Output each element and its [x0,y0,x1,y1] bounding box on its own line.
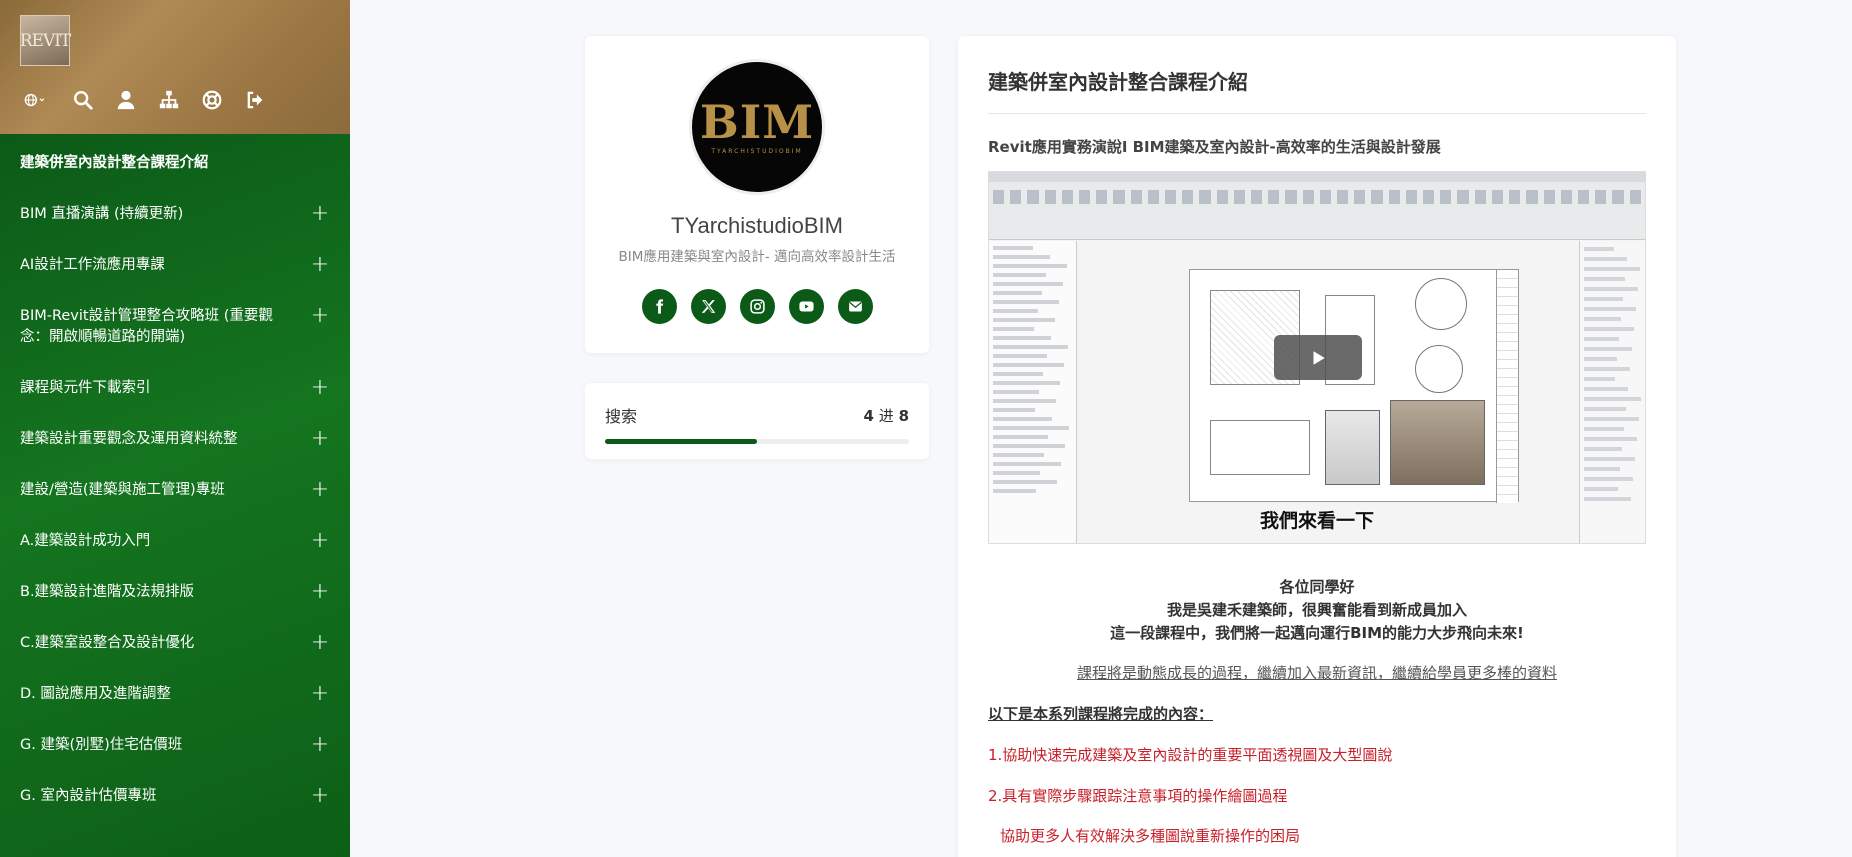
intro-line: 各位同學好 [1279,578,1355,596]
profile-card: BIM TYARCHISTUDIOBIM TYarchistudioBIM BI… [585,36,929,353]
lesson-subtitle: Revit應用實務演說I BIM建築及室內設計-高效率的生活與設計發展 [988,138,1441,156]
facebook-icon[interactable] [641,289,677,324]
site-logo[interactable]: REVIT [19,15,72,66]
play-icon [1313,350,1325,365]
video-caption: 我們來看一下 [1259,510,1374,532]
intro-text: 各位同學好 我是吳建禾建築師，很興奮能看到新成員加入 這一段課程中，我們將一起邁… [988,576,1646,645]
avatar: BIM TYARCHISTUDIOBIM [689,59,825,195]
sidebar-item-label: C.建築室設整合及設計優化 [20,635,195,651]
sidebar-header: REVIT [0,0,350,134]
sidebar-item[interactable]: B.建築設計進階及法規排版 + [0,581,350,633]
sidebar-item[interactable]: AI設計工作流應用專課 + [0,254,350,306]
expand-plus-icon[interactable]: + [310,734,330,756]
sidebar-item[interactable]: BIM 直播演講 (持續更新) + [0,203,350,255]
sidebar-item[interactable]: 建築併室內設計整合課程介紹 [0,153,350,204]
sidebar-item-label: B.建築設計進階及法規排版 [20,584,195,600]
expand-plus-icon[interactable]: + [310,632,330,654]
video-frame-browser [989,241,1077,543]
social-links [585,289,929,324]
sidebar-toolbar [18,88,267,112]
sidebar: REVIT 建築併室內設計整合課程介紹 BIM 直播演講 (持續更新) + AI設計工… [0,0,350,857]
sidebar-item[interactable]: C.建築室設整合及設計優化 + [0,632,350,684]
expand-plus-icon[interactable]: + [310,479,330,501]
sidebar-item-label: BIM-Revit設計管理整合攻略班 (重要觀念：開啟順暢道路的開端) [20,308,273,345]
sidebar-item-label: G. 室內設計估價專班 [20,788,157,804]
logout-icon[interactable] [242,88,267,112]
avatar-logo-text: BIM [699,95,815,149]
search-icon[interactable] [70,88,95,112]
intro-line: 這一段課程中，我們將一起邁向運行BIM的能力大步飛向未來! [1110,624,1524,642]
expand-plus-icon[interactable]: + [310,581,330,603]
profile-tagline: BIM應用建築與室內設計- 邁向高效率設計生活 [618,249,896,265]
sidebar-item-label: BIM 直播演講 (持續更新) [20,206,184,222]
outline-point: 1.協助快速完成建築及室內設計的重要平面透視圖及大型圖說 [988,746,1393,764]
sidebar-item[interactable]: 課程與元件下載索引 + [0,377,350,429]
sidebar-item[interactable]: A.建築設計成功入門 + [0,530,350,582]
sidebar-item-label: 建築設計重要觀念及運用資料統整 [20,431,238,447]
expand-plus-icon[interactable]: + [310,530,330,552]
expand-plus-icon[interactable]: + [310,683,330,705]
expand-plus-icon[interactable]: + [310,785,330,807]
video-player[interactable]: 我們來看一下 [988,171,1646,544]
email-icon[interactable] [837,289,873,324]
logo-text: REVIT [19,30,72,51]
sidebar-item-label: A.建築設計成功入門 [20,533,151,549]
sidebar-item-label: AI設計工作流應用專課 [20,257,165,273]
globe-icon[interactable] [18,88,52,112]
expand-plus-icon[interactable]: + [310,377,330,399]
video-frame-properties [1579,241,1645,543]
sidebar-item[interactable]: BIM-Revit設計管理整合攻略班 (重要觀念：開啟順暢道路的開端) + [0,305,350,378]
intro-line: 我是吳建禾建築師，很興奮能看到新成員加入 [1166,601,1467,619]
sidebar-item[interactable]: 建設/營造(建築與施工管理)專班 + [0,479,350,531]
outline-point: 協助更多人有效解決多種圖說重新操作的困局 [1000,827,1301,845]
sidebar-item[interactable]: 建築設計重要觀念及運用資料統整 + [0,428,350,480]
sidebar-item[interactable]: G. 室內設計估價專班 + [0,785,350,837]
outline-heading: 以下是本系列課程將完成的內容： [988,705,1214,723]
sidebar-item-label: 建設/營造(建築與施工管理)專班 [20,482,225,498]
lesson-title: 建築併室內設計整合課程介紹 [988,36,1646,114]
support-icon[interactable] [199,88,224,112]
sidebar-item[interactable]: D. 圖說應用及進階調整 + [0,683,350,735]
sidebar-item-label: 課程與元件下載索引 [20,380,151,396]
avatar-logo-subtext: TYARCHISTUDIOBIM [711,148,803,155]
sidebar-menu: 建築併室內設計整合課程介紹 BIM 直播演講 (持續更新) + AI設計工作流應用專課… [0,134,350,857]
lesson-content: 建築併室內設計整合課程介紹 Revit應用實務演說I BIM建築及室內設計-高效… [958,36,1676,857]
x-twitter-icon[interactable] [690,289,726,324]
progress-card: 搜索 4 进 8 [585,383,929,459]
video-frame-ribbon [989,172,1645,240]
progress-count: 4 进 8 [863,406,909,425]
progress-bar-fill [605,439,757,444]
expand-plus-icon[interactable]: + [310,305,330,327]
instagram-icon[interactable] [739,289,775,324]
expand-plus-icon[interactable]: + [310,428,330,450]
expand-plus-icon[interactable]: + [310,254,330,276]
course-update-link[interactable]: 課程將是動態成長的過程，繼續加入最新資訊，繼續給學員更多棒的資料 [988,662,1646,683]
outline-point: 2.具有實際步驟跟踪注意事項的操作繪圖過程 [988,787,1288,805]
sidebar-item-label: 建築併室內設計整合課程介紹 [20,155,209,171]
profile-name: TYarchistudioBIM [671,213,843,238]
expand-plus-icon[interactable]: + [310,203,330,225]
sitemap-icon[interactable] [156,88,181,112]
sidebar-item-label: G. 建築(別墅)住宅估價班 [20,737,183,753]
sidebar-item-label: D. 圖說應用及進階調整 [20,686,171,702]
progress-title: 搜索 [605,407,638,426]
play-button[interactable] [1274,335,1362,380]
progress-bar [605,439,909,444]
user-icon[interactable] [113,88,138,112]
youtube-icon[interactable] [788,289,824,324]
video-frame-drawing [1189,269,1519,503]
sidebar-item[interactable]: G. 建築(別墅)住宅估價班 + [0,734,350,786]
